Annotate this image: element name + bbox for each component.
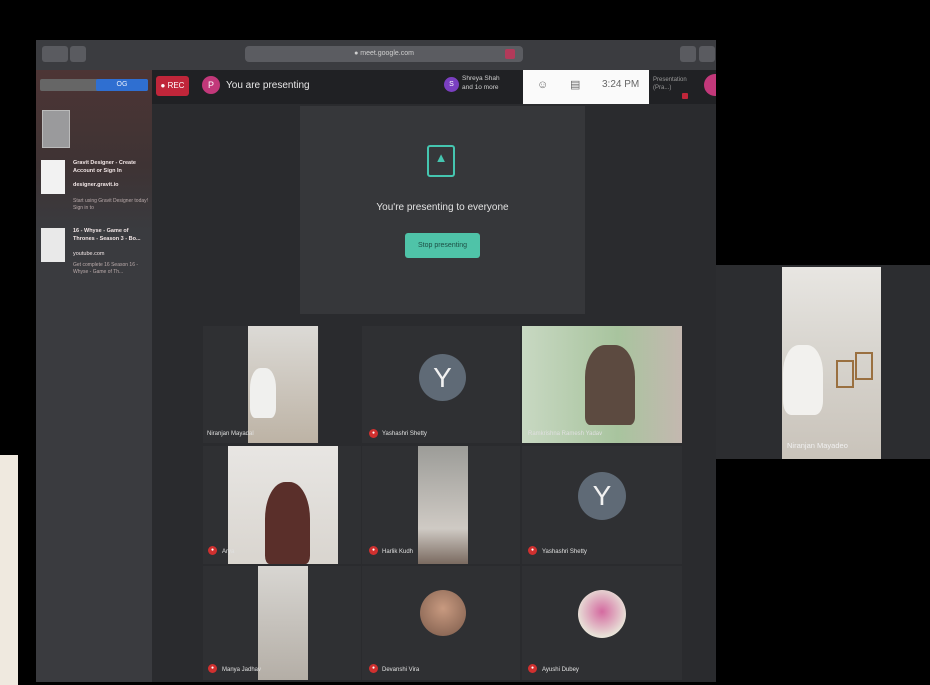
recording-badge: ● REC: [156, 76, 189, 96]
joined-avatar: S: [444, 77, 459, 92]
participant-name: Harlik Kudh: [382, 549, 414, 555]
wall-frame: [855, 352, 873, 380]
share-icon[interactable]: [680, 46, 696, 62]
mic-off-icon: [682, 93, 688, 99]
participant-avatar: Y: [578, 472, 626, 520]
participant-avatar: [578, 590, 626, 638]
result-title[interactable]: 16 - Whyse - Game of Thrones - Season 3 …: [73, 228, 149, 243]
people-icon[interactable]: ☺: [537, 79, 549, 91]
clock: 3:24 PM: [602, 79, 640, 90]
background-paper: [0, 455, 18, 685]
record-indicator-icon: [505, 49, 515, 59]
mic-off-icon: ●: [208, 546, 217, 555]
presentation-tag-line2: (Pra...): [653, 85, 672, 91]
result-snippet: Get complete 16 Season 16 - Whyse - Game…: [73, 262, 139, 275]
participant-mask: [250, 368, 276, 418]
sidebar-segment-right[interactable]: OG: [96, 79, 148, 91]
participant-name: Manya Jadhav: [222, 667, 262, 673]
participant-video: [418, 446, 468, 564]
participant-name: Arya: [222, 549, 235, 555]
wall-frame: [836, 360, 854, 388]
tabs-icon[interactable]: [699, 46, 715, 62]
mic-off-icon: ●: [528, 546, 537, 555]
presenting-message: You're presenting to everyone: [376, 202, 509, 213]
sidebar-toggle-button[interactable]: [70, 46, 86, 62]
joined-name: Shreya Shah: [462, 75, 500, 82]
participant-mask: [783, 345, 823, 415]
result-domain: youtube.com: [73, 251, 105, 257]
sidebar-thumbnail[interactable]: [42, 110, 70, 148]
participant-name: Niranjan Mayadal: [207, 431, 254, 437]
participant-avatar: Y: [419, 354, 466, 401]
address-bar[interactable]: ● meet.google.com: [245, 46, 523, 62]
participant-name: Ramkrishna Ramesh Yadav: [528, 431, 603, 437]
chat-icon[interactable]: ▤: [570, 79, 582, 91]
presentation-tag-line1: Presentation: [653, 77, 687, 83]
participant-video: [258, 566, 308, 680]
mic-off-icon: ●: [369, 546, 378, 555]
mic-off-icon: ●: [528, 664, 537, 673]
result-thumbnail[interactable]: [41, 228, 65, 262]
participant-name: Devanshi Vira: [382, 667, 420, 673]
presenting-status: You are presenting: [226, 80, 310, 91]
self-view-name: Niranjan Mayadeo: [787, 441, 848, 450]
result-snippet: Start using Gravit Designer today! Sign …: [73, 198, 149, 211]
participant-person: [265, 482, 310, 564]
upload-arrow-icon: ▲: [434, 150, 448, 165]
stop-presenting-button[interactable]: Stop presenting: [405, 233, 480, 258]
presentation-tag[interactable]: Presentation (Pra...): [653, 76, 687, 92]
joined-notice[interactable]: Shreya Shah and 1o more: [462, 74, 518, 92]
participant-video: [585, 345, 635, 425]
participant-name: Yashashri Shetty: [382, 431, 427, 437]
participant-name: Yashashri Shetty: [542, 549, 587, 555]
mic-off-icon: ●: [208, 664, 217, 673]
result-domain: designer.gravit.io: [73, 182, 119, 188]
presenter-avatar: P: [202, 76, 220, 94]
participant-name: Ayushi Dubey: [542, 667, 579, 673]
participant-avatar: [420, 590, 466, 636]
result-thumbnail[interactable]: [41, 160, 65, 194]
joined-more: and 1o more: [462, 84, 499, 91]
back-button[interactable]: [42, 46, 68, 62]
result-title[interactable]: Gravit Designer - Create Account or Sign…: [73, 160, 149, 175]
mic-off-icon: ●: [369, 664, 378, 673]
mic-off-icon: ●: [369, 429, 378, 438]
